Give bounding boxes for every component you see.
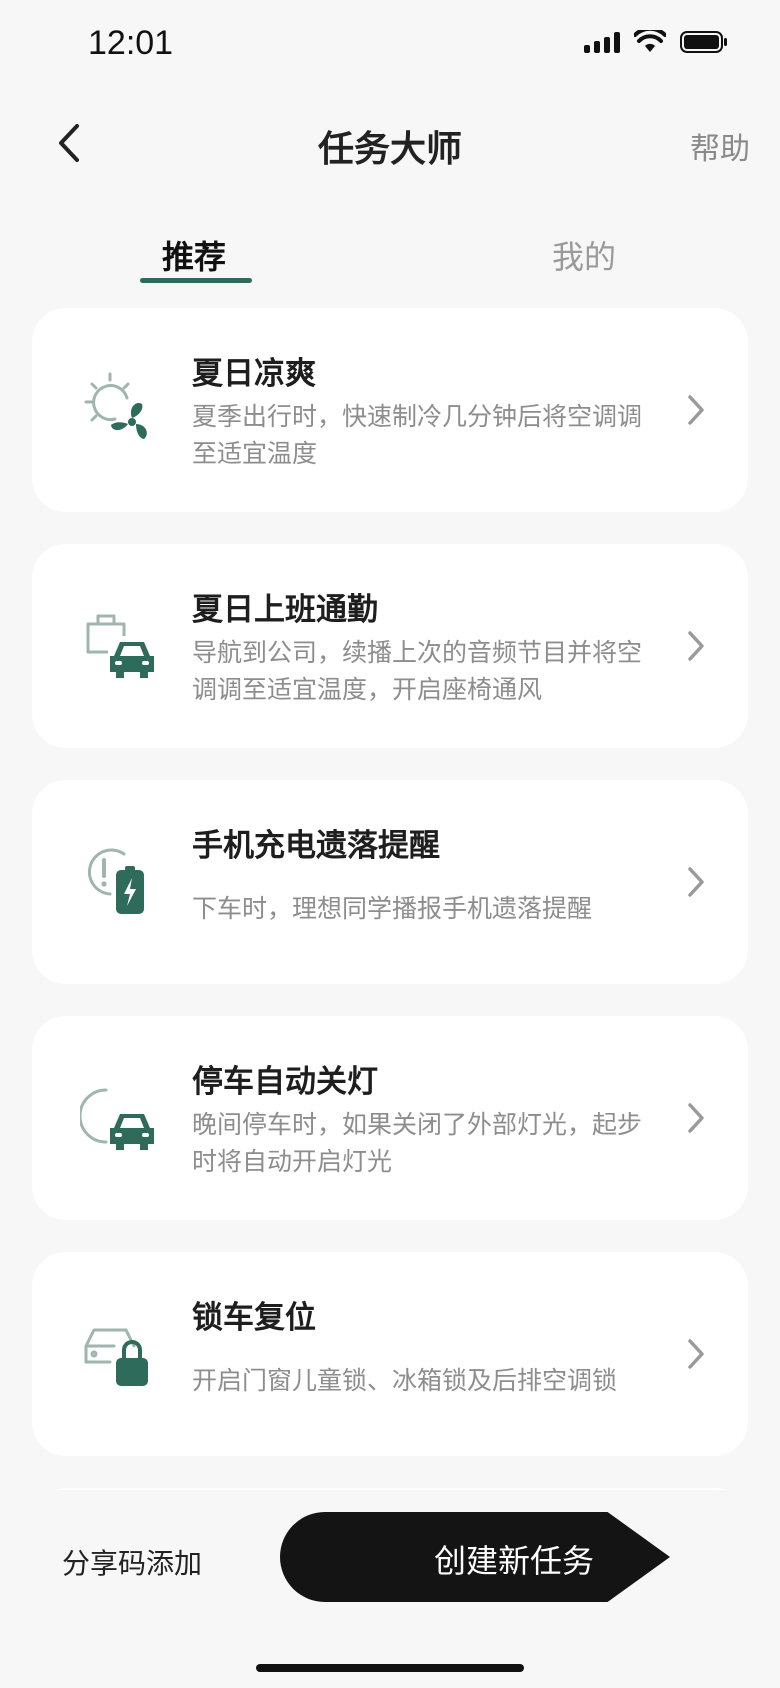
status-bar: 12:01	[0, 0, 780, 96]
briefcase-car-icon	[86, 614, 154, 678]
battery-icon	[680, 31, 727, 53]
card-description: 导航到公司，续播上次的音频节目并将空调调至适宜温度，开启座椅通风	[192, 638, 643, 704]
task-card-lock-reset[interactable]: 锁车复位 开启门窗儿童锁、冰箱锁及后排空调锁	[32, 1252, 748, 1456]
tab-bar: 推荐 我的	[0, 222, 780, 286]
page-title: 任务大师	[317, 129, 462, 170]
card-title: 手机充电遗落提醒	[192, 828, 440, 864]
card-title: 锁车复位	[192, 1300, 316, 1336]
status-time: 12:01	[88, 24, 174, 62]
chevron-right-icon	[688, 1339, 704, 1369]
cellular-signal-icon	[584, 31, 620, 53]
card-title: 停车自动关灯	[192, 1064, 378, 1100]
task-card-summer-commute[interactable]: 夏日上班通勤 导航到公司，续播上次的音频节目并将空调调至适宜温度，开启座椅通风	[32, 544, 748, 748]
help-link[interactable]: 帮助	[690, 124, 750, 168]
phone-charge-alert-icon	[87, 848, 144, 914]
card-description: 夏季出行时，快速制冷几分钟后将空调调至适宜温度	[192, 402, 643, 468]
home-indicator	[256, 1664, 524, 1672]
card-description: 晚间停车时，如果关闭了外部灯光，起步时将自动开启灯光	[192, 1110, 643, 1176]
moon-car-icon	[80, 1088, 154, 1150]
chevron-right-icon	[688, 395, 704, 425]
bottom-action-bar: 分享码添加 创建新任务	[0, 1490, 780, 1640]
chevron-right-icon	[688, 631, 704, 661]
card-description: 下车时，理想同学播报手机遗落提醒	[192, 894, 593, 923]
tab-recommended[interactable]: 推荐	[162, 232, 226, 278]
car-lock-icon	[84, 1328, 148, 1386]
create-task-label: 创建新任务	[434, 1542, 595, 1580]
share-code-add-link[interactable]: 分享码添加	[62, 1542, 202, 1582]
task-card-summer-cool[interactable]: 夏日凉爽 夏季出行时，快速制冷几分钟后将空调调至适宜温度	[32, 308, 748, 512]
sun-fan-icon	[84, 372, 147, 439]
card-title: 夏日上班通勤	[192, 592, 378, 628]
wifi-icon	[634, 30, 666, 52]
status-icons	[584, 30, 728, 54]
chevron-right-icon	[688, 1103, 704, 1133]
chevron-right-icon	[688, 867, 704, 897]
task-card-auto-lights[interactable]: 停车自动关灯 晚间停车时，如果关闭了外部灯光，起步时将自动开启灯光	[32, 1016, 748, 1220]
tab-indicator	[140, 278, 252, 283]
header: 任务大师 帮助	[0, 100, 780, 190]
create-task-button[interactable]: 创建新任务	[280, 1512, 670, 1602]
card-title: 夏日凉爽	[192, 356, 316, 392]
card-description: 开启门窗儿童锁、冰箱锁及后排空调锁	[192, 1366, 618, 1395]
task-card-phone-reminder[interactable]: 手机充电遗落提醒 下车时，理想同学播报手机遗落提醒	[32, 780, 748, 984]
tab-mine[interactable]: 我的	[552, 232, 616, 278]
